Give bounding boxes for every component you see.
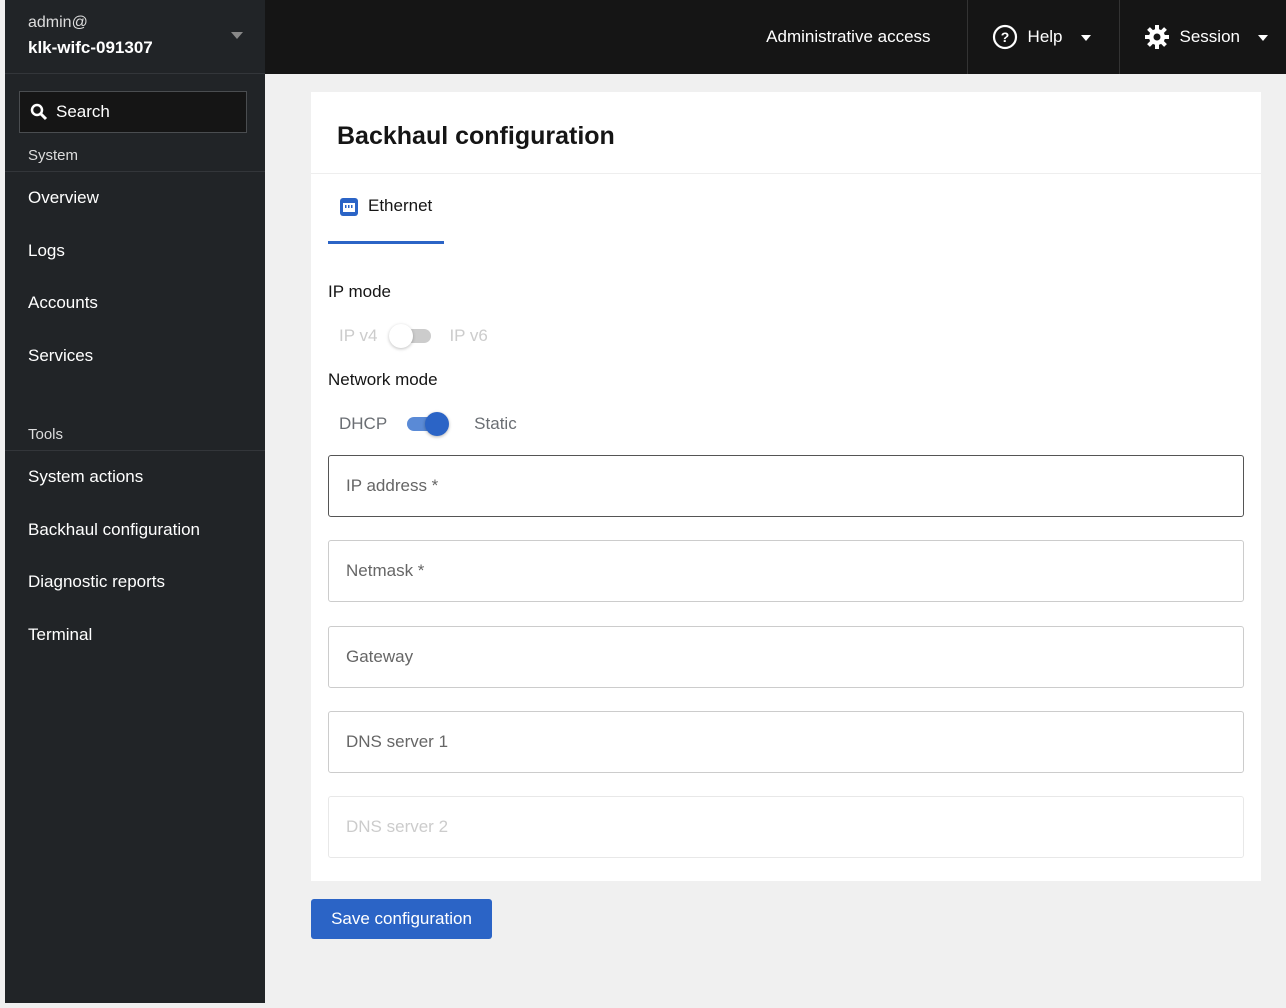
administrative-access-label: Administrative access xyxy=(766,27,931,46)
ip-mode-toggle[interactable] xyxy=(389,324,432,348)
help-icon: ? xyxy=(992,24,1017,50)
username: admin@ xyxy=(28,14,88,31)
sidebar-item-diagnostic-reports[interactable]: Diagnostic reports xyxy=(5,556,265,609)
dhcp-label: DHCP xyxy=(339,414,388,433)
ip-mode-switch[interactable]: IP v4 IP v6 xyxy=(328,324,488,348)
section-tools: Tools xyxy=(5,412,265,451)
gateway-input[interactable]: Gateway xyxy=(328,626,1244,688)
network-mode-switch[interactable]: DHCP Static xyxy=(328,412,517,436)
sidebar-item-logs[interactable]: Logs xyxy=(5,225,265,278)
backhaul-card: Backhaul configuration Ethernet IP mode … xyxy=(311,92,1261,881)
caret-down-icon xyxy=(1080,34,1091,46)
sidebar-item-overview[interactable]: Overview xyxy=(5,172,265,225)
network-mode-label: Network mode xyxy=(328,370,438,389)
dns-server-2-input[interactable]: DNS server 2 xyxy=(328,796,1244,858)
gear-icon xyxy=(1144,25,1169,49)
ip-v4-label: IP v4 xyxy=(339,326,378,345)
network-mode-toggle[interactable] xyxy=(407,412,450,436)
help-menu[interactable]: ? Help xyxy=(966,0,1119,74)
ethernet-icon xyxy=(340,198,358,216)
administrative-access-button[interactable]: Administrative access xyxy=(742,0,966,74)
toggle-knob xyxy=(389,324,414,348)
search-input[interactable]: Search xyxy=(19,91,247,133)
sidebar-item-backhaul-configuration[interactable]: Backhaul configuration xyxy=(5,504,265,557)
tab-ethernet-label: Ethernet xyxy=(368,196,433,215)
topbar: Administrative access ? Help Session xyxy=(265,0,1286,74)
search-placeholder: Search xyxy=(56,102,110,121)
toggle-knob xyxy=(425,412,450,436)
ip-address-input[interactable]: IP address * xyxy=(328,455,1244,517)
page-title: Backhaul configuration xyxy=(311,92,1261,174)
save-configuration-button[interactable]: Save configuration xyxy=(311,899,492,939)
sidebar-item-accounts[interactable]: Accounts xyxy=(5,277,265,330)
host-selector[interactable]: admin@ klk-wifc-091307 xyxy=(5,0,265,74)
sidebar: admin@ klk-wifc-091307 Search System Ove… xyxy=(5,0,265,1003)
session-menu[interactable]: Session xyxy=(1118,0,1286,74)
section-system: System xyxy=(5,133,265,172)
caret-down-icon xyxy=(231,32,243,45)
help-label: Help xyxy=(1027,27,1063,46)
sidebar-item-services[interactable]: Services xyxy=(5,330,265,383)
sidebar-item-system-actions[interactable]: System actions xyxy=(5,451,265,504)
caret-down-icon xyxy=(1258,34,1268,46)
dns-server-1-input[interactable]: DNS server 1 xyxy=(328,711,1244,773)
tab-ethernet[interactable]: Ethernet xyxy=(328,196,444,244)
ip-v6-label: IP v6 xyxy=(449,326,488,345)
static-label: Static xyxy=(474,414,517,433)
search-icon xyxy=(30,103,48,121)
netmask-input[interactable]: Netmask * xyxy=(328,540,1244,602)
hostname: klk-wifc-091307 xyxy=(28,38,153,57)
sidebar-item-terminal[interactable]: Terminal xyxy=(5,609,265,662)
svg-text:?: ? xyxy=(1000,29,1009,45)
session-label: Session xyxy=(1179,27,1240,46)
ip-mode-label: IP mode xyxy=(328,282,392,301)
